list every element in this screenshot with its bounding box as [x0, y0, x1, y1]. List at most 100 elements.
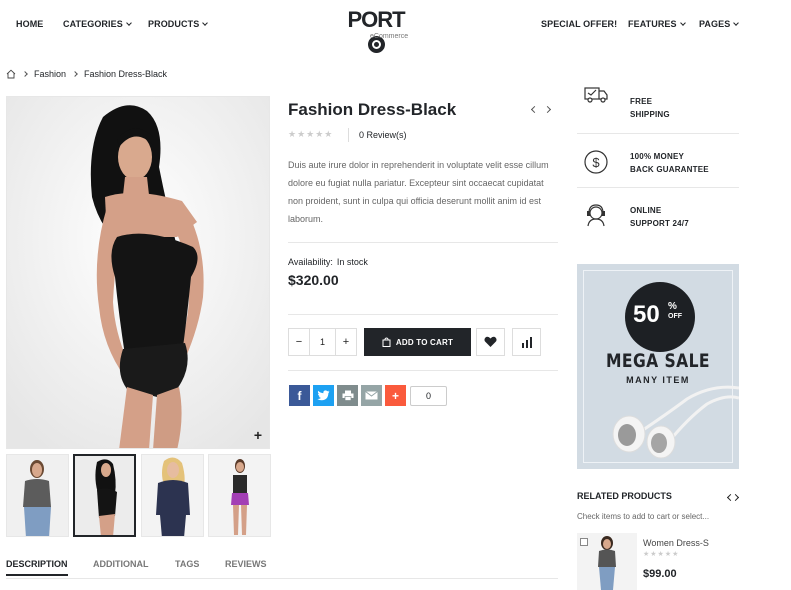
- model-photo: [7, 97, 269, 448]
- thumbnail-3[interactable]: [141, 454, 204, 537]
- email-icon: [365, 391, 378, 400]
- earphones-image: [612, 385, 739, 459]
- chevron-down-icon: [126, 20, 132, 26]
- feature-text: 100% MONEY BACK GUARANTEE: [630, 150, 709, 176]
- feature-subtitle: BACK GUARANTEE: [630, 165, 709, 174]
- thumbnail-photo: [209, 455, 270, 536]
- breadcrumb-current: Fashion Dress-Black: [84, 69, 168, 79]
- tab-description[interactable]: DESCRIPTION: [6, 559, 68, 576]
- feature-subtitle: SUPPORT 24/7: [630, 219, 689, 228]
- feature-subtitle: SHIPPING: [630, 110, 670, 119]
- chevron-left-icon[interactable]: [530, 105, 539, 114]
- review-count-link[interactable]: 0 Review(s): [359, 130, 407, 140]
- home-icon[interactable]: [6, 69, 16, 79]
- print-button[interactable]: [337, 385, 358, 406]
- logo-wordmark: PORT: [340, 8, 412, 56]
- nav-special-offer[interactable]: SPECIAL OFFER!: [541, 19, 617, 29]
- heart-icon: [484, 336, 497, 347]
- print-icon: [342, 390, 353, 401]
- availability-value: In stock: [336, 257, 368, 267]
- breadcrumb: Fashion Fashion Dress-Black: [6, 69, 167, 79]
- nav-pages-label: PAGES: [699, 19, 731, 29]
- product-title: Fashion Dress-Black: [288, 100, 457, 119]
- feature-money-back: $ 100% MONEY BACK GUARANTEE: [577, 134, 739, 188]
- chevron-right-icon[interactable]: [731, 493, 740, 502]
- logo-subtitle: eCommerce: [370, 33, 409, 40]
- feature-free-shipping: FREE SHIPPING: [577, 80, 739, 134]
- thumbnail-4[interactable]: [208, 454, 271, 537]
- chevron-right-icon[interactable]: [543, 105, 552, 114]
- feature-text: ONLINE SUPPORT 24/7: [630, 204, 689, 230]
- thumbnail-photo: [7, 455, 68, 536]
- facebook-share-button[interactable]: f: [289, 385, 310, 406]
- nav-products[interactable]: PRODUCTS: [148, 19, 209, 29]
- related-products-title: RELATED PRODUCTS: [577, 491, 672, 501]
- quantity-stepper: − 1 +: [288, 328, 357, 356]
- rating-stars: ★★★★★: [288, 129, 334, 139]
- support-icon: [587, 204, 605, 227]
- twitter-share-button[interactable]: [313, 385, 334, 406]
- add-to-cart-button[interactable]: ADD TO CART: [364, 328, 471, 356]
- nav-categories[interactable]: CATEGORIES: [63, 19, 132, 29]
- related-product-checkbox[interactable]: [580, 538, 588, 546]
- dollar-icon: $: [584, 150, 608, 174]
- nav-home[interactable]: HOME: [16, 19, 43, 29]
- related-product-name[interactable]: Women Dress-S: [643, 538, 709, 548]
- mega-sale-banner[interactable]: 50 % OFF MEGA SALE MANY ITEM: [577, 264, 739, 469]
- quantity-plus-button[interactable]: +: [336, 329, 356, 355]
- thumbnail-2[interactable]: [73, 454, 136, 537]
- product-main-image[interactable]: +: [6, 96, 270, 449]
- svg-text:$: $: [592, 155, 600, 170]
- thumbnail-photo: [142, 455, 203, 536]
- breadcrumb-separator: [72, 71, 78, 77]
- zoom-plus-icon[interactable]: +: [254, 427, 262, 443]
- nav-special-offer-label: SPECIAL OFFER!: [541, 19, 618, 29]
- nav-features-label: FEATURES: [628, 19, 677, 29]
- compare-button[interactable]: [512, 328, 541, 356]
- chevron-down-icon: [202, 20, 209, 26]
- bag-icon: [382, 337, 391, 347]
- thumbnail-1[interactable]: [6, 454, 69, 537]
- logo[interactable]: PORT eCommerce: [340, 8, 412, 56]
- nav-categories-label: CATEGORIES: [63, 19, 123, 29]
- nav-products-label: PRODUCTS: [148, 19, 200, 29]
- more-share-button[interactable]: +: [385, 385, 406, 406]
- breadcrumb-fashion[interactable]: Fashion: [34, 69, 66, 79]
- nav-pages[interactable]: PAGES: [699, 19, 740, 29]
- feature-text: FREE SHIPPING: [630, 95, 670, 121]
- site-header: HOME CATEGORIES PRODUCTS PORT eCommerce …: [0, 0, 791, 53]
- rating-divider: [348, 128, 349, 142]
- tab-additional[interactable]: ADDITIONAL: [93, 559, 149, 569]
- quantity-input[interactable]: 1: [309, 329, 336, 355]
- logo-text: PORT: [347, 7, 405, 32]
- chevron-down-icon: [733, 20, 740, 26]
- availability: Availability: In stock: [288, 257, 368, 267]
- feature-title: FREE: [630, 97, 653, 106]
- product-tabs: DESCRIPTION ADDITIONAL TAGS REVIEWS: [6, 559, 558, 579]
- chevron-down-icon: [679, 20, 686, 26]
- feature-support: ONLINE SUPPORT 24/7: [577, 188, 739, 242]
- feature-title: 100% MONEY: [630, 152, 685, 161]
- feature-title: ONLINE: [630, 206, 662, 215]
- divider: [288, 370, 558, 371]
- divider: [288, 242, 558, 243]
- wishlist-button[interactable]: [476, 328, 505, 356]
- quantity-minus-button[interactable]: −: [289, 329, 309, 355]
- tab-tags[interactable]: TAGS: [175, 559, 199, 569]
- thumbnail-photo: [75, 456, 134, 535]
- add-to-cart-label: ADD TO CART: [395, 337, 454, 347]
- related-product-price: $99.00: [643, 568, 677, 580]
- truck-icon: [584, 87, 608, 103]
- product-description: Duis aute irure dolor in reprehenderit i…: [288, 160, 549, 224]
- product-price: $320.00: [288, 272, 339, 288]
- related-product-rating: ★★★★★: [643, 551, 680, 558]
- divider: [288, 314, 558, 315]
- email-share-button[interactable]: [361, 385, 382, 406]
- tab-reviews[interactable]: REVIEWS: [225, 559, 267, 569]
- share-count: 0: [410, 386, 447, 406]
- plus-icon: +: [391, 388, 399, 403]
- twitter-icon: [317, 390, 330, 401]
- nav-features[interactable]: FEATURES: [628, 19, 686, 29]
- bar-chart-icon: [521, 336, 532, 348]
- breadcrumb-separator: [22, 71, 28, 77]
